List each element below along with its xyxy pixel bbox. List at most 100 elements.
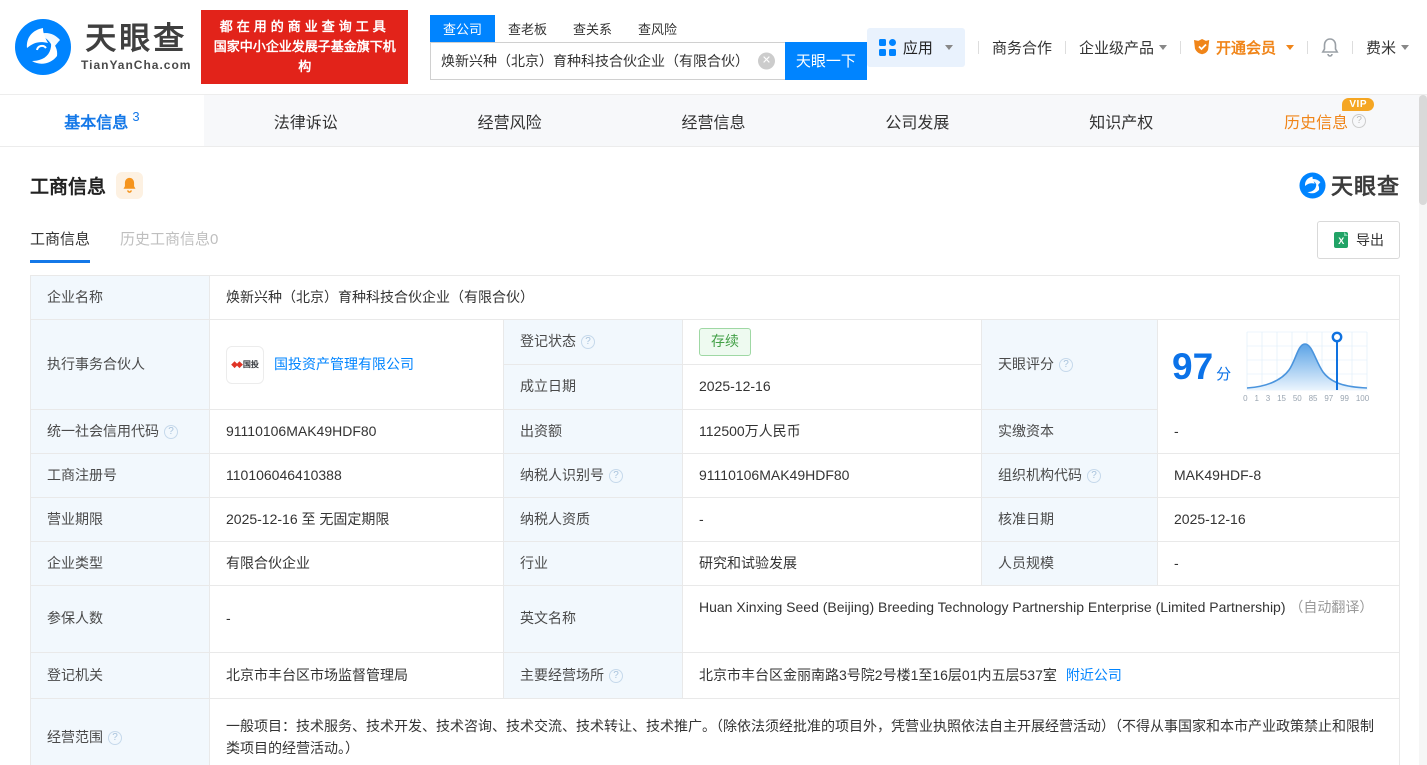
help-icon[interactable]: ? <box>1087 468 1101 483</box>
credit-code-value: 91110106MAK49HDF80 <box>210 410 504 454</box>
score-label: 天眼评分 <box>998 355 1054 372</box>
tab-intellectual-property[interactable]: 知识产权 <box>1019 95 1223 146</box>
nearby-companies-link[interactable]: 附近公司 <box>1066 665 1122 687</box>
tab-company-development[interactable]: 公司发展 <box>815 95 1019 146</box>
tab-basic-info[interactable]: 基本信息 3 <box>0 95 204 146</box>
staff-size-value: - <box>1158 542 1399 586</box>
export-label: 导出 <box>1356 232 1384 248</box>
authority-value: 北京市丰台区市场监督管理局 <box>210 653 504 699</box>
help-icon[interactable]: ? <box>609 468 623 483</box>
score-axis-tick: 1 <box>1254 394 1259 404</box>
tab-operating-risk[interactable]: 经营风险 <box>408 95 612 146</box>
scope-label-cell: 经营范围 ? <box>31 699 210 765</box>
reg-no-value: 110106046410388 <box>210 454 504 498</box>
org-code-label: 组织机构代码 <box>998 466 1082 483</box>
slogan-banner: 都在用的商业查询工具 国家中小企业发展子基金旗下机构 <box>201 9 408 85</box>
brand-name: 天眼查 <box>85 20 188 56</box>
score-axis: 0 1 3 15 50 85 97 99 100 <box>1243 393 1369 405</box>
divider <box>1179 40 1181 54</box>
help-icon[interactable]: ? <box>1059 357 1073 372</box>
company-name-label: 企业名称 <box>31 276 210 320</box>
insured-label: 参保人数 <box>31 586 210 653</box>
chevron-down-icon <box>1158 44 1167 50</box>
tab-business-info[interactable]: 经营信息 <box>612 95 816 146</box>
tianyancha-logo[interactable]: 天眼查 TianYanCha.com <box>14 18 191 76</box>
score-axis-tick: 50 <box>1292 394 1302 404</box>
search-tab-relation[interactable]: 查关系 <box>560 15 625 42</box>
scope-value: 一般项目：技术服务、技术开发、技术咨询、技术交流、技术转让、技术推广。（除依法须… <box>226 718 1374 756</box>
user-menu[interactable]: 费米 <box>1366 37 1409 58</box>
watermark-brand: 天眼查 <box>1330 174 1400 199</box>
search-tab-boss[interactable]: 查老板 <box>495 15 560 42</box>
menu-enterprise-products[interactable]: 企业级产品 <box>1079 37 1167 58</box>
org-code-value: MAK49HDF-8 <box>1158 454 1399 498</box>
search-block: 查公司 查老板 查关系 查风险 ✕ 天眼一下 <box>430 14 867 80</box>
term-label: 营业期限 <box>31 498 210 542</box>
scrollbar-thumb[interactable] <box>1419 95 1427 205</box>
staff-size-label: 人员规模 <box>982 542 1158 586</box>
score-axis-tick: 100 <box>1355 394 1370 404</box>
apps-label: 应用 <box>902 39 933 57</box>
company-type-value: 有限合伙企业 <box>210 542 504 586</box>
address-cell: 北京市丰台区金丽南路3号院2号楼1至16层01内五层537室 附近公司 <box>683 653 1399 699</box>
search-input[interactable] <box>430 41 785 80</box>
monitor-bell-icon[interactable] <box>116 171 144 199</box>
partner-logo-text: 国投 <box>242 359 259 369</box>
help-icon[interactable]: ? <box>581 335 595 349</box>
divider <box>977 40 979 54</box>
score-value: 97 <box>1172 345 1214 387</box>
taxpayer-quality-label: 纳税人资质 <box>504 498 683 542</box>
subtab-business-registration[interactable]: 工商信息 <box>30 228 91 263</box>
search-tab-risk[interactable]: 查风险 <box>625 15 690 42</box>
help-icon[interactable]: ? <box>164 424 178 439</box>
score-cell[interactable]: 97 分 0 1 3 15 50 85 97 99 100 <box>1158 320 1399 410</box>
export-button[interactable]: X 导出 <box>1317 221 1400 259</box>
menu-cooperation[interactable]: 商务合作 <box>992 37 1052 58</box>
apps-menu[interactable]: 应用 <box>866 27 965 67</box>
open-vip-button[interactable]: 开通会员 <box>1193 37 1294 58</box>
paid-capital-value: - <box>1158 410 1399 454</box>
notifications-bell-icon[interactable] <box>1321 37 1339 57</box>
paid-capital-label: 实缴资本 <box>982 410 1158 454</box>
chevron-down-icon <box>1285 44 1294 50</box>
slogan-line2: 国家中小企业发展子基金旗下机构 <box>213 38 396 75</box>
clear-search-icon[interactable]: ✕ <box>757 52 775 69</box>
partner-company-link[interactable]: 国投资产管理有限公司 <box>274 354 414 376</box>
company-type-label: 企业类型 <box>31 542 210 586</box>
search-button[interactable]: 天眼一下 <box>784 41 867 80</box>
help-icon[interactable]: ? <box>609 668 623 683</box>
company-name-value: 焕新兴种（北京）育种科技合伙企业（有限合伙） <box>210 276 1399 320</box>
reg-status-label-cell: 登记状态 ? <box>504 320 683 365</box>
header: 天眼查 TianYanCha.com 都在用的商业查询工具 国家中小企业发展子基… <box>0 0 1427 95</box>
english-name-value: Huan Xinxing Seed (Beijing) Breeding Tec… <box>699 599 1286 615</box>
business-info-table: 企业名称 焕新兴种（北京）育种科技合伙企业（有限合伙） 执行事务合伙人 ◆◆ 国… <box>30 275 1400 765</box>
taxpayer-quality-value: - <box>683 498 982 542</box>
industry-label: 行业 <box>504 542 683 586</box>
establish-date-label: 成立日期 <box>504 365 683 410</box>
address-label: 主要经营场所 <box>520 666 604 683</box>
excel-icon: X <box>1334 232 1348 248</box>
managing-partner-cell: ◆◆ 国投 国投资产管理有限公司 <box>210 320 504 410</box>
status-badge: 存续 <box>699 328 751 356</box>
score-axis-tick: 97 <box>1324 394 1334 404</box>
reg-status-value-cell: 存续 <box>683 320 982 365</box>
tab-history-info[interactable]: VIP 历史信息 ? <box>1223 95 1427 146</box>
term-value: 2025-12-16 至 无固定期限 <box>210 498 504 542</box>
subtab-history-registration[interactable]: 历史工商信息0 <box>120 228 218 263</box>
vip-label: 开通会员 <box>1215 39 1276 57</box>
scrollbar[interactable] <box>1419 95 1427 765</box>
score-label-cell: 天眼评分 ? <box>982 320 1158 410</box>
capital-label: 出资额 <box>504 410 683 454</box>
taxpayer-id-label: 纳税人识别号 <box>520 466 604 483</box>
insured-value: - <box>210 586 504 653</box>
apps-grid-icon <box>878 38 896 56</box>
top-menu: 应用 商务合作 企业级产品 开通会员 费米 <box>866 27 1409 67</box>
partner-company-logo: ◆◆ 国投 <box>226 345 264 384</box>
tab-operating-risk-label: 经营风险 <box>477 114 542 132</box>
search-tab-company[interactable]: 查公司 <box>430 14 496 42</box>
help-icon[interactable]: ? <box>108 731 122 745</box>
help-icon[interactable]: ? <box>1352 113 1367 128</box>
tab-legal-litigation[interactable]: 法律诉讼 <box>204 95 408 146</box>
industry-value: 研究和试验发展 <box>683 542 982 586</box>
score-axis-tick: 3 <box>1265 394 1271 404</box>
